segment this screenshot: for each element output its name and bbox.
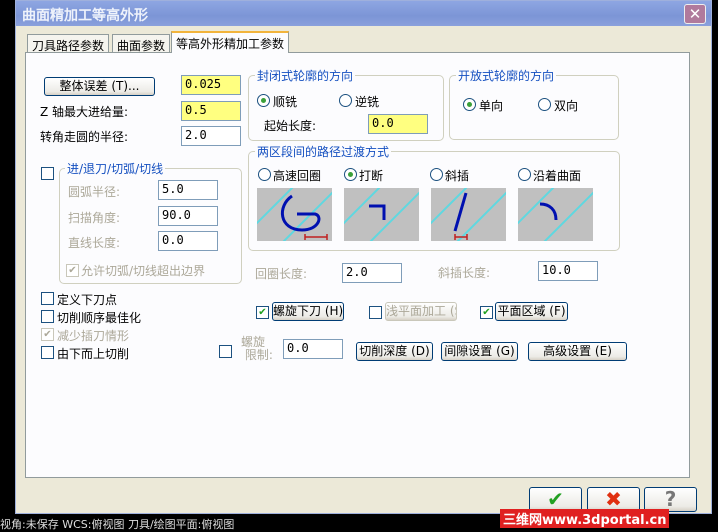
loop-length-label: 回圈长度: <box>255 267 308 281</box>
sweep-angle-label: 扫描角度: <box>68 211 121 225</box>
break-radio[interactable] <box>344 168 357 181</box>
conventional-radio[interactable] <box>339 94 352 107</box>
tab-contour-finish[interactable]: 等高外形精加工参数 <box>171 31 290 53</box>
close-button[interactable]: ✕ <box>684 4 706 24</box>
ramp-label: 斜插 <box>445 169 470 183</box>
ramp-radio[interactable] <box>430 168 443 181</box>
line-length-input[interactable]: 0.0 <box>158 231 218 251</box>
high-speed-loop-label: 高速回圈 <box>273 169 322 183</box>
z-step-label: Z 轴最大进给量: <box>40 105 129 119</box>
transition-title: 两区段间的路径过渡方式 <box>255 143 392 160</box>
ramp-length-input[interactable]: 10.0 <box>538 261 598 281</box>
allow-overshoot-checkbox[interactable]: ✔ <box>66 264 79 277</box>
helix-limit-checkbox[interactable] <box>219 345 232 358</box>
shallow-checkbox[interactable] <box>369 306 382 319</box>
cut-depth-button[interactable]: 切削深度 (D) <box>356 342 433 361</box>
dialog: 曲面精加工等高外形 ✕ 刀具路径参数 曲面参数 等高外形精加工参数 整体误差 (… <box>15 0 712 514</box>
tab-toolpath[interactable]: 刀具路径参数 <box>27 34 110 53</box>
closed-direction-title: 封闭式轮廓的方向 <box>255 67 356 84</box>
helix-limit-input[interactable]: 0.0 <box>283 339 343 359</box>
optimize-order-checkbox[interactable] <box>41 310 54 323</box>
define-entry-point-label: 定义下刀点 <box>57 293 118 307</box>
conventional-label: 逆铣 <box>355 95 380 109</box>
title-bar: 曲面精加工等高外形 <box>16 1 711 26</box>
advanced-settings-button[interactable]: 高级设置 (E) <box>528 342 627 361</box>
reduce-plunge-label: 减少插刀情形 <box>57 329 130 343</box>
zigzag-radio[interactable] <box>538 98 551 111</box>
optimize-order-label: 切削顺序最佳化 <box>57 311 142 325</box>
break-label: 打断 <box>359 169 384 183</box>
high-speed-loop-radio[interactable] <box>258 168 271 181</box>
start-length-label: 起始长度: <box>264 119 317 133</box>
z-step-input[interactable]: 0.5 <box>181 101 241 121</box>
reduce-plunge-checkbox[interactable]: ✔ <box>41 328 54 341</box>
start-length-input[interactable]: 0.0 <box>368 114 428 134</box>
flat-area-checkbox[interactable]: ✔ <box>480 306 493 319</box>
climb-radio[interactable] <box>257 94 270 107</box>
bottom-up-checkbox[interactable] <box>41 346 54 359</box>
entry-exit-checkbox[interactable] <box>41 167 54 180</box>
helix-button[interactable]: 螺旋下刀 (H) <box>272 302 344 321</box>
corner-radius-label: 转角走圆的半径: <box>40 130 129 144</box>
high-speed-loop-image <box>257 188 332 241</box>
define-entry-point-checkbox[interactable] <box>41 292 54 305</box>
one-way-label: 单向 <box>479 99 504 113</box>
along-surface-radio[interactable] <box>518 168 531 181</box>
sweep-angle-input[interactable]: 90.0 <box>158 206 218 226</box>
watermark: 三维网www.3dportal.cn <box>500 509 670 528</box>
line-length-label: 直线长度: <box>68 236 121 250</box>
along-surface-image <box>518 188 593 241</box>
shallow-button[interactable]: 浅平面加工 (S) <box>385 302 457 321</box>
entry-exit-title: 进/退刀/切弧/切线 <box>65 160 166 177</box>
one-way-radio[interactable] <box>463 98 476 111</box>
tab-surface[interactable]: 曲面参数 <box>112 34 171 53</box>
status-bar: 视角:未保存 WCS:俯视图 刀具/绘图平面:俯视图 <box>0 518 235 531</box>
tolerance-input[interactable]: 0.025 <box>181 75 241 95</box>
gap-settings-button[interactable]: 间隙设置 (G) <box>441 342 518 361</box>
flat-area-button[interactable]: 平面区域 (F) <box>495 302 568 321</box>
arc-radius-input[interactable]: 5.0 <box>158 180 218 200</box>
allow-overshoot-label: 允许切弧/切线超出边界 <box>81 264 206 278</box>
ramp-image <box>431 188 506 241</box>
ramp-length-label: 斜插长度: <box>438 266 491 280</box>
corner-radius-input[interactable]: 2.0 <box>181 126 241 146</box>
helix-checkbox[interactable]: ✔ <box>256 306 269 319</box>
arc-radius-label: 圆弧半径: <box>68 185 121 199</box>
open-direction-title: 开放式轮廓的方向 <box>456 67 557 84</box>
zigzag-label: 双向 <box>554 99 579 113</box>
helix-limit-label: 螺旋 限制: <box>241 335 273 362</box>
bottom-up-label: 由下而上切削 <box>57 347 130 361</box>
tolerance-button[interactable]: 整体误差 (T)... <box>44 77 155 96</box>
climb-label: 顺铣 <box>273 95 298 109</box>
loop-length-input[interactable]: 2.0 <box>342 263 402 283</box>
window-title: 曲面精加工等高外形 <box>22 8 148 24</box>
along-surface-label: 沿着曲面 <box>533 169 582 183</box>
break-image <box>344 188 419 241</box>
